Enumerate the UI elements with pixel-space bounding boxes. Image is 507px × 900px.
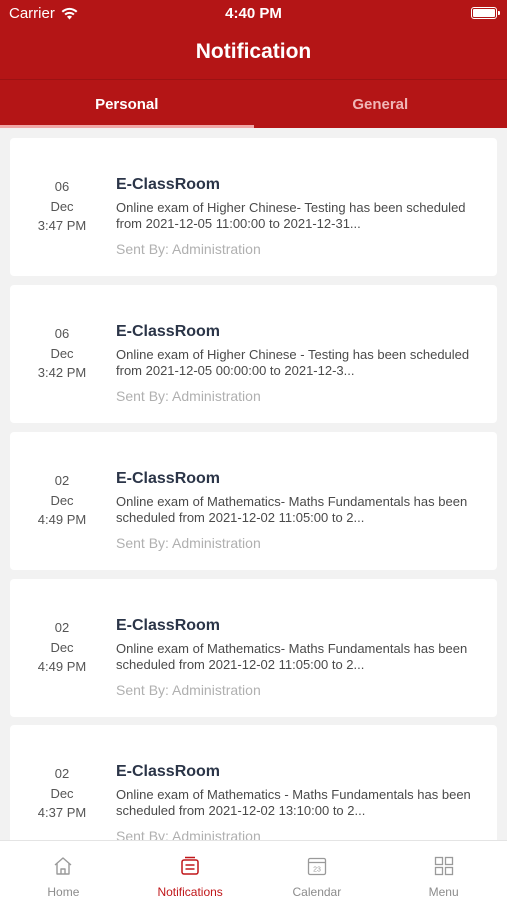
notification-day: 06 [54, 179, 70, 194]
notification-month: Dec [50, 785, 74, 801]
notification-title: E-ClassRoom [116, 323, 221, 340]
nav-notifications-label: Notifications [157, 885, 223, 899]
notification-title: E-ClassRoom [116, 617, 221, 634]
nav-calendar-label: Calendar [292, 885, 342, 899]
notifications-icon [181, 856, 199, 875]
notification-time: 4:49 PM [37, 512, 87, 527]
menu-grid-icon [434, 856, 453, 876]
app-header: Carrier 4:40 PM Notification Personal Ge… [0, 0, 507, 128]
notification-time: 4:49 PM [37, 659, 87, 674]
home-icon [54, 857, 72, 875]
notification-date: 02 Dec 4:49 PM [10, 579, 114, 717]
nav-notifications[interactable]: Notifications [127, 841, 254, 900]
notification-content: E-ClassRoom Online exam of Mathematics- … [116, 617, 486, 698]
nav-menu-label: Menu [428, 885, 459, 899]
notification-card[interactable]: 02 Dec 4:49 PM E-ClassRoom Online exam o… [10, 432, 497, 570]
notification-month: Dec [50, 345, 74, 361]
notification-content: E-ClassRoom Online exam of Higher Chines… [116, 176, 486, 257]
notification-day: 02 [54, 620, 70, 635]
svg-text:23: 23 [313, 867, 321, 874]
tab-general-label: General [352, 96, 409, 113]
tab-general[interactable]: General [254, 80, 507, 128]
notification-month: Dec [50, 492, 74, 508]
notification-card[interactable]: 02 Dec 4:49 PM E-ClassRoom Online exam o… [10, 579, 497, 717]
notification-time: 4:37 PM [37, 805, 87, 820]
tab-personal[interactable]: Personal [0, 80, 254, 128]
notification-date: 02 Dec 4:37 PM [10, 725, 114, 840]
notification-date: 02 Dec 4:49 PM [10, 432, 114, 570]
notification-body: Online exam of Higher Chinese - Testing … [116, 347, 470, 378]
notification-time: 3:42 PM [37, 365, 87, 380]
calendar-icon: 23 [307, 857, 327, 876]
notification-content: E-ClassRoom Online exam of Mathematics -… [116, 763, 486, 840]
notification-content: E-ClassRoom Online exam of Mathematics- … [116, 470, 486, 551]
notification-sender: Sent By: Administration [116, 535, 261, 551]
notification-day: 06 [54, 326, 70, 341]
notification-tabs: Personal General [0, 80, 507, 128]
notification-title: E-ClassRoom [116, 763, 221, 780]
notification-body: Online exam of Mathematics- Maths Fundam… [116, 494, 468, 525]
notification-month: Dec [50, 639, 74, 655]
notification-card[interactable]: 06 Dec 3:42 PM E-ClassRoom Online exam o… [10, 285, 497, 423]
nav-calendar[interactable]: 23 Calendar [254, 841, 381, 900]
battery-icon [471, 7, 500, 19]
notification-sender: Sent By: Administration [116, 682, 261, 698]
notification-day: 02 [54, 473, 70, 488]
tab-personal-label: Personal [95, 96, 159, 113]
notification-body: Online exam of Mathematics - Maths Funda… [116, 787, 471, 818]
notification-title: E-ClassRoom [116, 176, 221, 193]
notification-date: 06 Dec 3:42 PM [10, 285, 114, 423]
status-bar: Carrier 4:40 PM [0, 0, 507, 28]
notification-body: Online exam of Higher Chinese- Testing h… [116, 200, 466, 231]
status-time: 4:40 PM [225, 5, 282, 22]
notification-sender: Sent By: Administration [116, 828, 261, 840]
notification-date: 06 Dec 3:47 PM [10, 138, 114, 276]
nav-home[interactable]: Home [0, 841, 127, 900]
notification-day: 02 [54, 766, 70, 781]
notification-month: Dec [50, 198, 74, 214]
notification-title: E-ClassRoom [116, 470, 221, 487]
notification-card[interactable]: 02 Dec 4:37 PM E-ClassRoom Online exam o… [10, 725, 497, 840]
nav-home-label: Home [47, 885, 80, 899]
page-title: Notification [195, 40, 312, 63]
notification-sender: Sent By: Administration [116, 241, 261, 257]
notification-time: 3:47 PM [37, 218, 87, 233]
notification-content: E-ClassRoom Online exam of Higher Chines… [116, 323, 486, 404]
notification-card[interactable]: 06 Dec 3:47 PM E-ClassRoom Online exam o… [10, 138, 497, 276]
nav-menu[interactable]: Menu [380, 841, 507, 900]
bottom-tab-bar: Home Notifications 23 Calendar Menu [0, 840, 507, 900]
notification-list[interactable]: 06 Dec 3:47 PM E-ClassRoom Online exam o… [0, 128, 507, 840]
notification-body: Online exam of Mathematics- Maths Fundam… [116, 641, 468, 672]
notification-sender: Sent By: Administration [116, 388, 261, 404]
